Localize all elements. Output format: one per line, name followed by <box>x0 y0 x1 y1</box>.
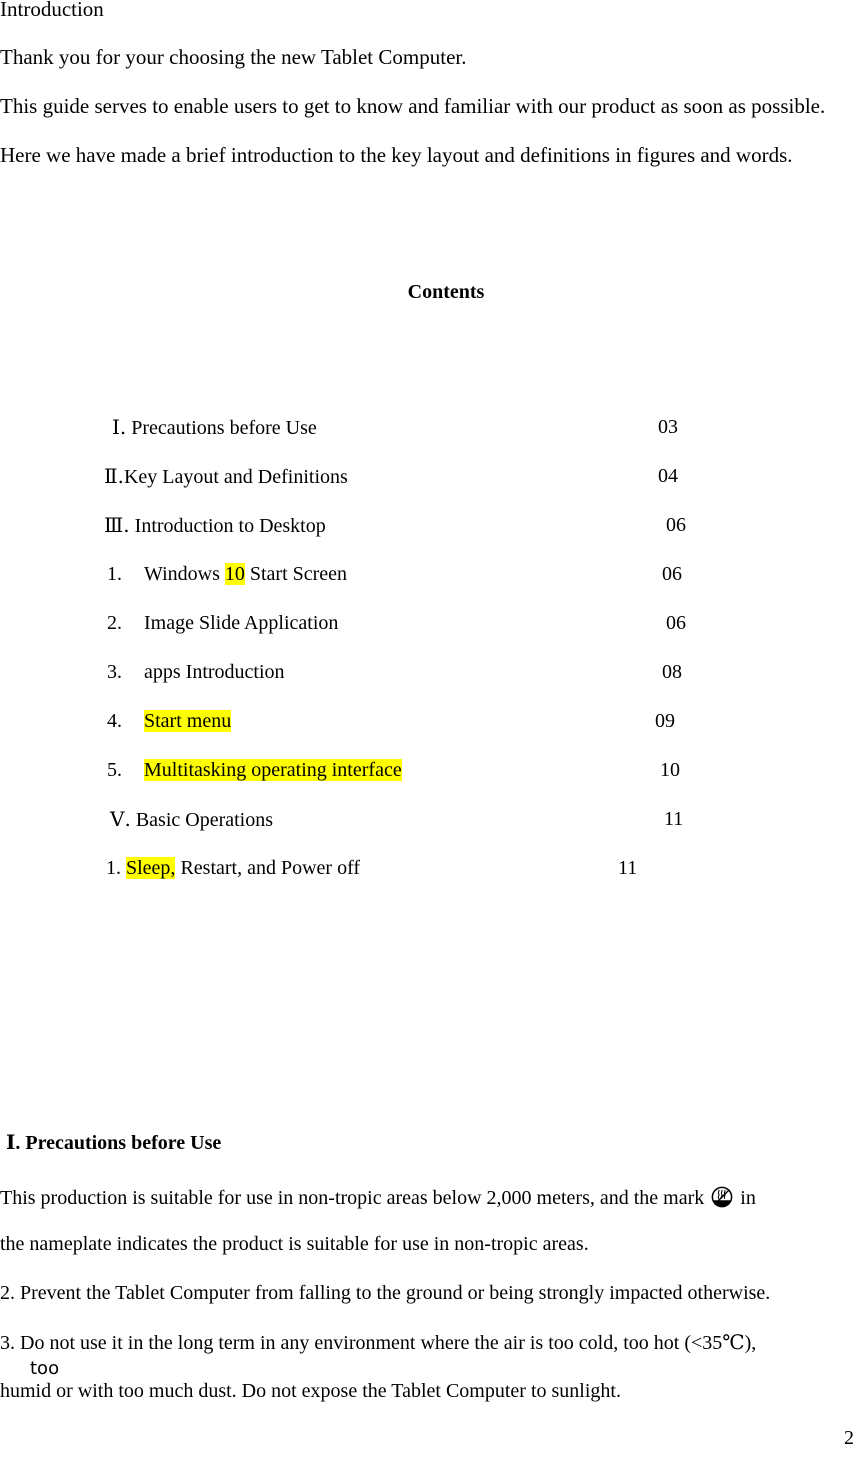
toc-entry-prefix: 2. <box>107 612 122 634</box>
precautions-text-after-mark: in <box>740 1187 756 1209</box>
page-number: 2 <box>844 1427 854 1449</box>
toc-entry-prefix: Ⅴ. <box>110 807 131 831</box>
toc-entry-prefix: 1. <box>106 857 121 879</box>
toc-entry-label-tail: Start Screen <box>244 563 348 585</box>
toc-entry-prefix: 3. <box>107 661 122 683</box>
toc-row[interactable]: 1. Windows 10 Start Screen 06 <box>0 559 864 608</box>
toc-entry-prefix: 1. <box>107 563 122 585</box>
toc-row[interactable]: 5. Multitasking operating interface 10 <box>0 755 864 804</box>
document-page: Introduction Thank you for your choosing… <box>0 0 864 1457</box>
toc-entry-page: 11 <box>664 808 684 830</box>
precautions-text-before-mark: This production is suitable for use in n… <box>0 1187 705 1209</box>
toc-entry-label: Key Layout and Definitions <box>123 466 348 488</box>
toc-row[interactable]: 1. Sleep, Restart, and Power off 11 <box>0 853 864 902</box>
toc-entry-highlight: Multitasking operating interface <box>144 759 402 781</box>
non-tropic-mark-icon <box>711 1186 733 1208</box>
toc-entry-page: 10 <box>660 759 680 781</box>
toc-entry-label: Image Slide Application <box>144 612 339 634</box>
intro-paragraph-3: Here we have made a brief introduction t… <box>0 143 793 167</box>
toc-row[interactable]: Ⅴ. Basic Operations 11 <box>0 804 864 853</box>
toc-entry-prefix: Ⅲ. <box>104 513 130 537</box>
toc-row[interactable]: 2. Image Slide Application 06 <box>0 608 864 657</box>
toc-entry-highlight: Sleep, <box>126 857 176 879</box>
precautions-section-heading: Ⅰ. Precautions before Use <box>6 1132 222 1154</box>
intro-paragraph-1: Thank you for your choosing the new Tabl… <box>0 45 467 69</box>
toc-entry-page: 11 <box>618 857 638 879</box>
toc-entry-page: 06 <box>666 514 686 536</box>
precautions-paragraph-2: 2. Prevent the Tablet Computer from fall… <box>0 1282 771 1304</box>
precautions-paragraph-1-line-1: This production is suitable for use in n… <box>0 1185 756 1211</box>
toc-row[interactable]: Ⅲ. Introduction to Desktop 06 <box>0 510 864 559</box>
toc-entry-prefix: Ⅱ. <box>104 464 124 488</box>
toc-entry-page: 03 <box>658 416 678 438</box>
toc-row[interactable]: Ⅰ. Precautions before Use 03 <box>0 412 864 461</box>
introduction-heading: Introduction <box>0 0 104 21</box>
precautions-paragraph-1-line-2: the nameplate indicates the product is s… <box>0 1233 589 1255</box>
precautions-paragraph-3-line-1: 3. Do not use it in the long term in any… <box>0 1332 757 1354</box>
toc-entry-prefix: 4. <box>107 710 122 732</box>
toc-row[interactable]: Ⅱ.Key Layout and Definitions 04 <box>0 461 864 510</box>
toc-entry-highlight: 10 <box>224 563 245 585</box>
toc-entry-prefix: 5. <box>107 759 122 781</box>
toc-entry-label: apps Introduction <box>144 661 285 683</box>
toc-entry-page: 04 <box>658 465 678 487</box>
toc-entry-highlight: Start menu <box>144 710 232 732</box>
toc-entry-label: Windows <box>144 563 225 585</box>
toc-row[interactable]: 4. Start menu 09 <box>0 706 864 755</box>
toc-entry-label: Introduction to Desktop <box>134 515 326 537</box>
toc-entry-label: Precautions before Use <box>131 417 317 439</box>
toc-entry-page: 09 <box>655 710 675 732</box>
precautions-paragraph-3-line-3: humid or with too much dust. Do not expo… <box>0 1380 621 1402</box>
toc-entry-prefix: Ⅰ. <box>112 415 127 439</box>
toc-entry-page: 06 <box>662 563 682 585</box>
toc-entry-label: Basic Operations <box>135 809 273 831</box>
table-of-contents: Ⅰ. Precautions before Use 03 Ⅱ.Key Layou… <box>0 412 864 902</box>
toc-entry-page: 06 <box>666 612 686 634</box>
toc-entry-page: 08 <box>662 661 682 683</box>
toc-row[interactable]: 3. apps Introduction 08 <box>0 657 864 706</box>
intro-paragraph-2: This guide serves to enable users to get… <box>0 94 826 118</box>
toc-entry-label-tail: Restart, and Power off <box>175 857 361 879</box>
contents-heading: Contents <box>407 281 485 303</box>
